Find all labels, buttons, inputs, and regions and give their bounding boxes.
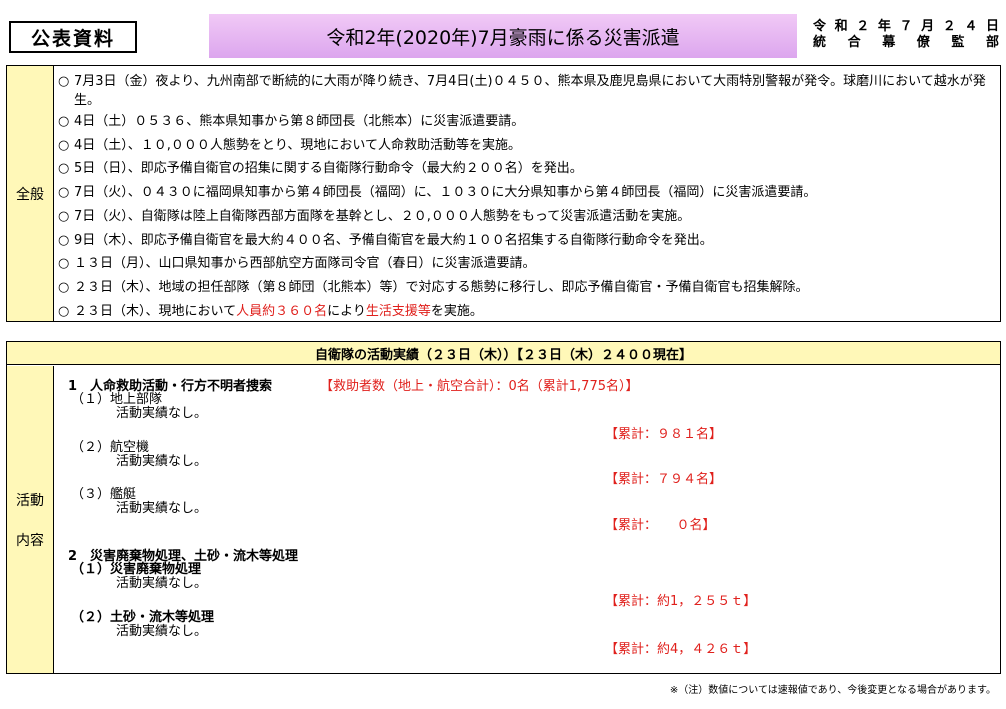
bullet: ○ [58,161,70,177]
vessels-note: 活動実績なし。 [116,501,208,516]
sediment-title: （２）土砂・流木等処理 [71,610,215,625]
list-item: ○ 4日（土）０５３６、熊本県知事から第８師団長（北熊本）に災害派遣要請。 [58,110,994,134]
aircraft-note: 活動実績なし。 [116,454,208,469]
activity-body: 1 人命救助活動・行方不明者捜索 【救助者数（地上・航空合計）：0名（累計1,7… [54,366,1000,673]
activity-section: 自衛隊の活動実績（２３日（木））【２３日（木）２４００現在】 活動 内容 1 人… [6,341,1001,674]
bullet: ○ [58,303,70,319]
list-item: ○ 7月3日（金）夜より、九州南部で断続的に大雨が降り続き、7月4日(土)０４５０… [58,70,994,110]
vessels-total: 【累計： ０名】 [605,518,716,533]
aircraft-title: （２）航空機 [71,440,150,455]
overview-section: 全般 ○ 7月3日（金）夜より、九州南部で断続的に大雨が降り続き、7月4日(土)０… [6,65,1001,322]
sediment-total: 【累計：約4，４２６ｔ】 [605,642,757,657]
issue-info: 令和２年７月２４日 統合幕僚監部 [813,19,999,51]
list-item: ○ 9日（木）、即応予備自衛官を最大約４００名、予備自衛官を最大約１００名招集する… [58,229,994,253]
activity-header: 自衛隊の活動実績（２３日（木））【２３日（木）２４００現在】 [7,342,1000,365]
bullet: ○ [58,232,70,248]
bullet: ○ [58,208,70,224]
activity-heading: 活動 内容 [7,366,54,673]
disaster-waste-note: 活動実績なし。 [116,576,208,591]
disaster-waste-title: （１）災害廃棄物処理 [71,562,202,577]
bullet: ○ [58,279,70,295]
bullet: ○ [58,74,70,89]
list-item: ○ ２３日（木）、地域の担任部隊（第８師団（北熊本）等）で対応する態勢に移行し、即… [58,276,994,300]
personnel-count: 人員約３６０名 [236,303,328,319]
aircraft-total: 【累計：７９４名】 [605,472,723,487]
public-document-label: 公表資料 [9,21,137,53]
list-item: ○ 7日（火）、自衛隊は陸上自衛隊西部方面隊を基幹とし、２０,０００人態勢をもって… [58,205,994,229]
life-support: 生活支援等 [365,303,431,319]
list-item: ○ 5日（日）、即応予備自衛官の招集に関する自衛隊行動命令（最大約２００名）を発出… [58,157,994,181]
issue-date: 令和２年７月２４日 [813,19,999,34]
page-title: 令和2年(2020年)7月豪雨に係る災害派遣 [209,14,797,58]
rescue-summary: 【救助者数（地上・航空合計）：0名（累計1,775名）】 [320,379,639,394]
bullet: ○ [58,137,70,153]
bullet: ○ [58,256,70,272]
sediment-note: 活動実績なし。 [116,624,208,639]
ground-units-title: （１）地上部隊 [71,392,163,407]
overview-list: ○ 7月3日（金）夜より、九州南部で断続的に大雨が降り続き、7月4日(土)０４５０… [54,66,1000,321]
footnote: ※（注）数値については速報値であり、今後変更となる場合があります。 [669,685,996,696]
bullet: ○ [58,185,70,201]
list-item: ○ 4日（土）、１０,０００人態勢をとり、現地において人命救助活動等を実施。 [58,134,994,158]
disaster-waste-total: 【累計：約1，２５５ｔ】 [605,594,757,609]
vessels-title: （３）艦艇 [71,487,137,502]
list-item: ○ 7日（火）、０４３０に福岡県知事から第４師団長（福岡）に、１０３０に大分県知事… [58,181,994,205]
list-item: ○ １３日（月）、山口県知事から西部航空方面隊司令官（春日）に災害派遣要請。 [58,252,994,276]
ground-units-total: 【累計：９８１名】 [605,427,723,442]
overview-heading: 全般 [7,66,54,321]
list-item: ○ ２３日（木）、現地において人員約３６０名により生活支援等を実施。 [58,300,994,324]
ground-units-note: 活動実績なし。 [116,406,208,421]
issuer: 統合幕僚監部 [813,35,999,50]
bullet: ○ [58,114,70,129]
